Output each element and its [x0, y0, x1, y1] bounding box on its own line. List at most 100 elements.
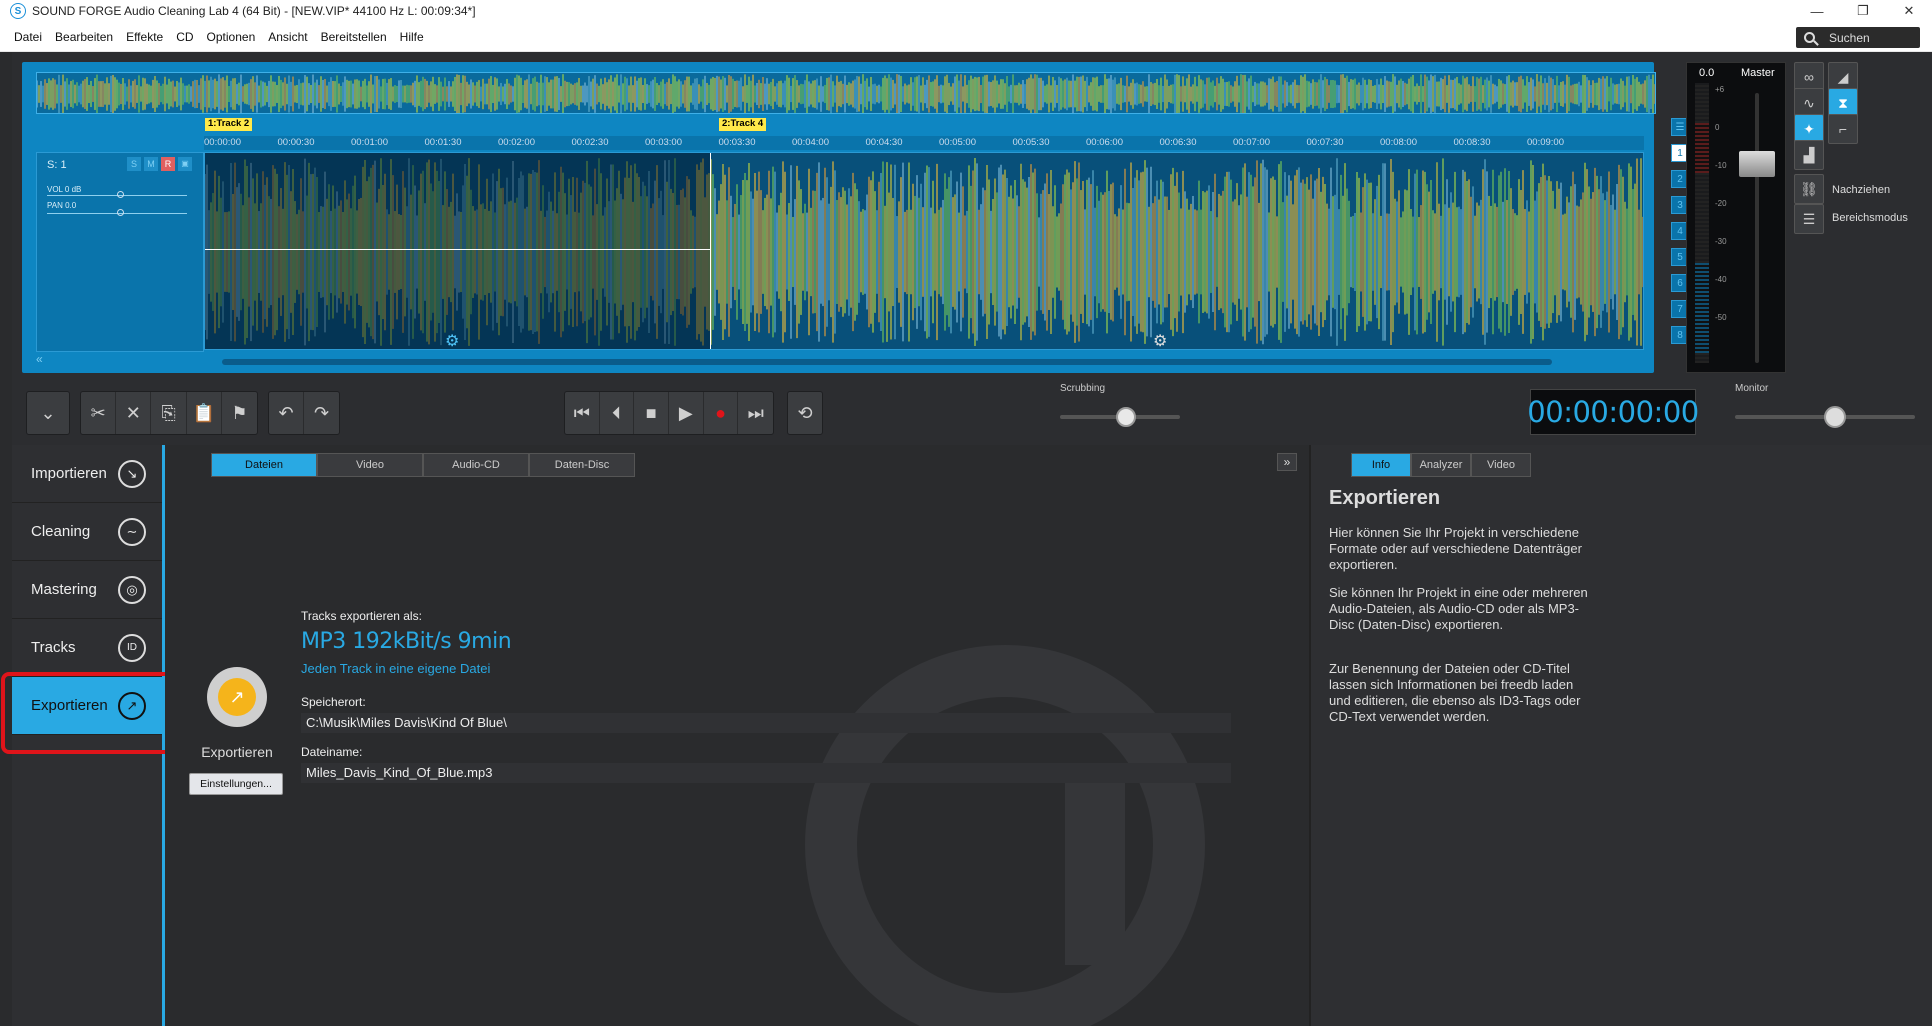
delete-icon[interactable]: ✕ [116, 392, 152, 434]
master-fader-track[interactable] [1755, 93, 1759, 363]
expand-panel-button[interactable]: » [1277, 453, 1297, 471]
settings-button[interactable]: Einstellungen... [189, 773, 283, 795]
skip-end-icon[interactable]: ⏭ [738, 392, 773, 434]
nav-mastering[interactable]: Mastering ◎ [12, 561, 162, 619]
menu-bereitstellen[interactable]: Bereitstellen [321, 30, 387, 44]
track-waveform[interactable]: ⚙ ⚙ [204, 152, 1644, 350]
menu-bar: Datei Bearbeiten Effekte CD Optionen Ans… [0, 22, 1932, 52]
volume-envelope[interactable] [205, 249, 710, 250]
info-panel: Info Analyzer Video Exportieren Hier kön… [1309, 445, 1932, 1026]
nachziehen-label: Nachziehen [1832, 184, 1891, 196]
play-icon[interactable]: ▶ [669, 392, 704, 434]
minimize-button[interactable]: — [1794, 0, 1840, 22]
ruler-tick: 00:01:30 [424, 137, 462, 148]
range-mode-icon[interactable]: ☰ [1794, 204, 1824, 234]
info-title: Exportieren [1329, 487, 1441, 509]
speaker-icon[interactable] [1824, 406, 1846, 428]
location-field[interactable]: C:\Musik\Miles Davis\Kind Of Blue\ [301, 713, 1231, 733]
tracks-export-label: Tracks exportieren als: [301, 609, 422, 623]
flag-icon[interactable]: ⚑ [222, 392, 257, 434]
record-icon[interactable]: ● [704, 392, 739, 434]
volume-knob[interactable] [117, 191, 124, 198]
tab-daten-disc[interactable]: Daten-Disc [529, 453, 635, 477]
meter-scale-tick: -10 [1715, 161, 1727, 170]
maximize-button[interactable]: ❐ [1840, 0, 1886, 22]
format-subtext[interactable]: Jeden Track in eine eigene Datei [301, 661, 490, 676]
undo-icon[interactable]: ↶ [269, 392, 305, 434]
highlight-annotation [1, 672, 174, 754]
collapse-icon[interactable]: ⌄ [27, 392, 69, 434]
tab-dateien[interactable]: Dateien [211, 453, 317, 477]
menu-ansicht[interactable]: Ansicht [268, 30, 307, 44]
overview-waveform[interactable] [36, 72, 1656, 114]
horizontal-scrollbar[interactable] [204, 356, 1644, 366]
solo-button[interactable]: S [127, 157, 141, 171]
meter-label: Master [1741, 67, 1775, 79]
nav-cleaning[interactable]: Cleaning ∼ [12, 503, 162, 561]
track-marker-1[interactable]: 1:Track 2 [205, 118, 253, 131]
tab-info[interactable]: Info [1351, 453, 1411, 477]
track-1-settings-icon[interactable]: ⚙ [445, 331, 459, 349]
filename-field[interactable]: Miles_Davis_Kind_Of_Blue.mp3 [301, 763, 1231, 783]
location-label: Speicherort: [301, 695, 366, 709]
ruler-tick: 00:02:30 [571, 137, 609, 148]
ruler-tick: 00:04:30 [865, 137, 903, 148]
stop-icon[interactable]: ■ [634, 392, 670, 434]
close-button[interactable]: ✕ [1886, 0, 1932, 22]
id-icon: ID [118, 633, 146, 662]
skip-start-icon[interactable]: ⏮ [565, 392, 600, 434]
info-paragraph-3: Zur Benennung der Dateien oder CD-Titel … [1329, 661, 1581, 724]
previous-icon[interactable]: ⏴ [600, 392, 635, 434]
selection-region[interactable] [205, 153, 710, 349]
master-fader-knob[interactable] [1739, 151, 1775, 177]
tab-audio-cd[interactable]: Audio-CD [423, 453, 529, 477]
filename-label: Dateiname: [301, 745, 363, 759]
meter-scale-tick: -40 [1715, 275, 1727, 284]
menu-bearbeiten[interactable]: Bearbeiten [55, 30, 113, 44]
time-ruler[interactable]: 00:00:00 00:00:30 00:01:00 00:01:30 00:02:00… [204, 136, 1644, 150]
crossfade-icon[interactable]: ⌐ [1828, 114, 1858, 144]
track-split-line[interactable] [710, 153, 711, 349]
ruler-tick: 00:00:00 [204, 137, 241, 148]
scrubbing-knob[interactable] [1116, 407, 1136, 427]
ruler-tick: 00:08:00 [1380, 137, 1417, 148]
collapse-group: ⌄ [26, 391, 70, 435]
pan-knob[interactable] [117, 209, 124, 216]
record-arm-button[interactable]: R [161, 157, 175, 171]
format-summary[interactable]: MP3 192kBit/s 9min [301, 629, 512, 654]
menu-datei[interactable]: Datei [14, 30, 42, 44]
redo-icon[interactable]: ↷ [304, 392, 339, 434]
time-display: 00:00:00:00 [1527, 389, 1699, 435]
track-2-settings-icon[interactable]: ⚙ [1153, 331, 1167, 349]
tab-analyzer[interactable]: Analyzer [1411, 453, 1471, 477]
export-panel: Dateien Video Audio-CD Daten-Disc » ↗ Ex… [165, 445, 1309, 1026]
menu-effekte[interactable]: Effekte [126, 30, 163, 44]
ruler-tick: 00:09:00 [1527, 137, 1564, 148]
ruler-tick: 00:04:00 [792, 137, 829, 148]
menu-hilfe[interactable]: Hilfe [400, 30, 424, 44]
copy-icon[interactable]: ⎘ [151, 392, 187, 434]
link-icon[interactable]: ⛓ [1794, 174, 1824, 204]
lock-icon[interactable]: ▣ [178, 157, 192, 171]
background-logo [805, 645, 1205, 1026]
ruler-tick: 00:03:00 [645, 137, 682, 148]
menu-optionen[interactable]: Optionen [207, 30, 256, 44]
cut-icon[interactable]: ✂ [81, 392, 117, 434]
edit-tools: ✂ ✕ ⎘ 📋 ⚑ [80, 391, 258, 435]
tab-video-info[interactable]: Video [1471, 453, 1531, 477]
paste-icon[interactable]: 📋 [187, 392, 222, 434]
spectrum-icon[interactable]: ▟ [1794, 140, 1824, 170]
nav-importieren[interactable]: Importieren ↘ [12, 445, 162, 503]
nav-tracks[interactable]: Tracks ID [12, 619, 162, 677]
mute-button[interactable]: M [144, 157, 158, 171]
search-input[interactable]: Suchen [1796, 27, 1920, 48]
menu-cd[interactable]: CD [176, 30, 193, 44]
nav-importieren-label: Importieren [31, 465, 107, 482]
scroll-start-icon[interactable]: « [36, 352, 43, 366]
scrollbar-thumb[interactable] [222, 359, 1552, 365]
tab-video[interactable]: Video [317, 453, 423, 477]
export-button[interactable]: ↗ [207, 667, 267, 727]
track-marker-2[interactable]: 2:Track 4 [719, 118, 767, 131]
ruler-tick: 00:08:30 [1453, 137, 1491, 148]
loop-icon[interactable]: ⟲ [788, 392, 822, 434]
